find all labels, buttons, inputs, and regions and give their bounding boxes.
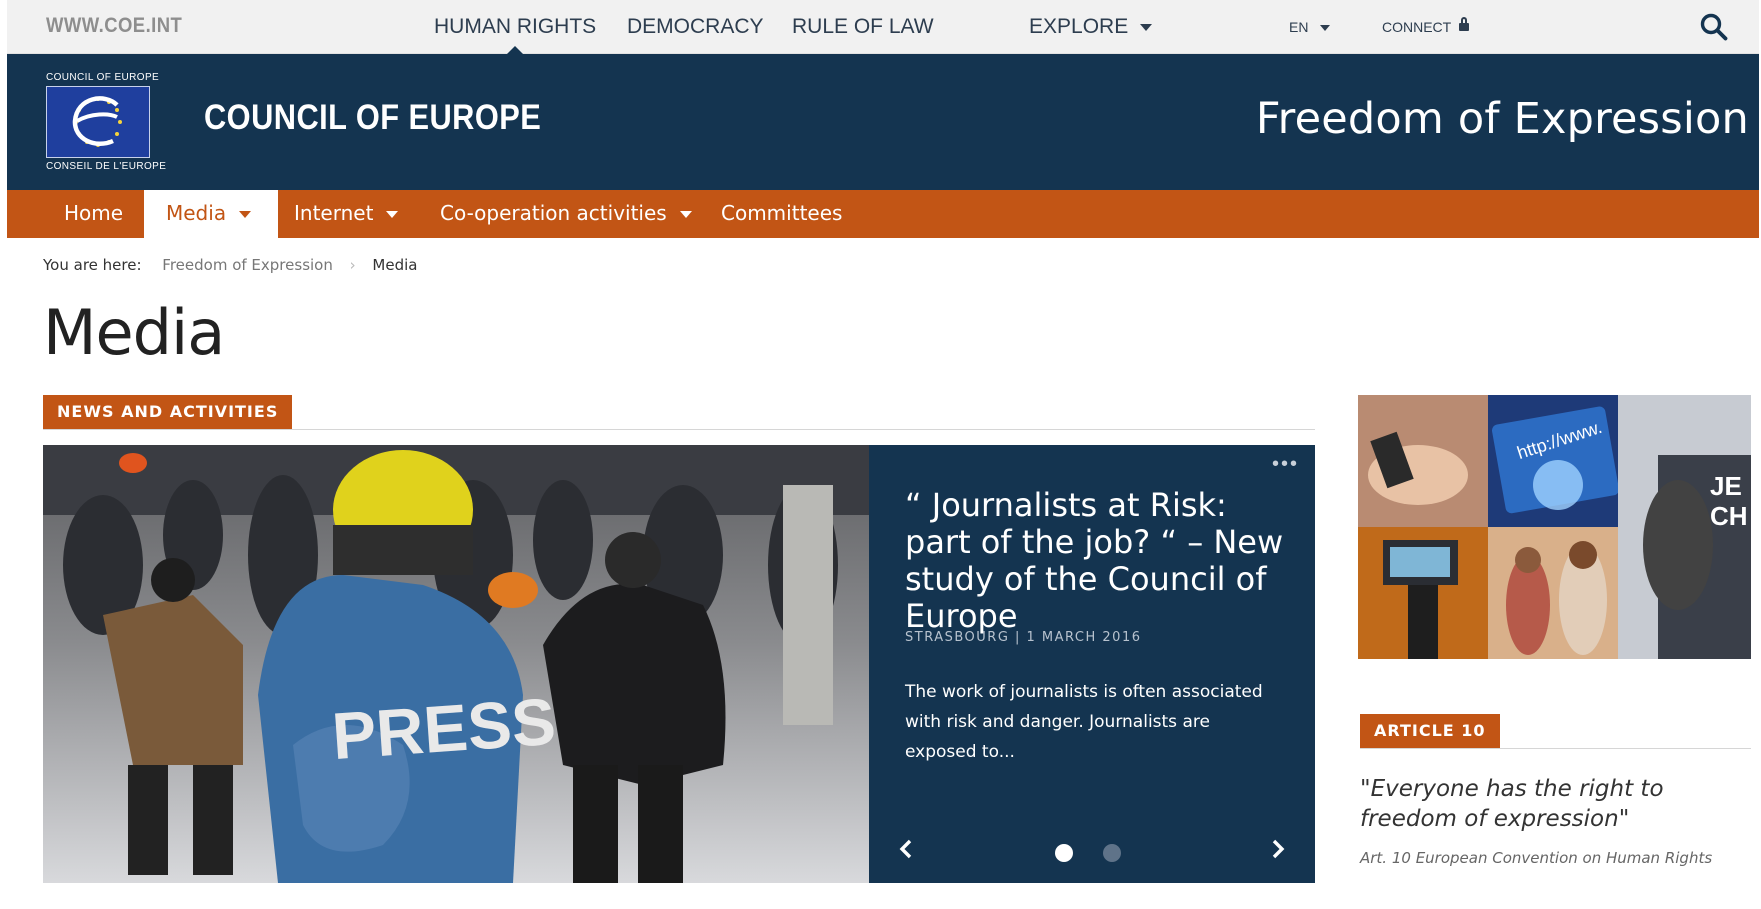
page-title: Media (43, 296, 225, 369)
news-headline[interactable]: “ Journalists at Risk: part of the job? … (905, 487, 1285, 635)
news-hero-panel: ••• “ Journalists at Risk: part of the j… (869, 445, 1315, 883)
nav-committees[interactable]: Committees (721, 190, 842, 238)
chevron-down-icon (239, 211, 252, 218)
press-vest-text: PRESS (330, 684, 558, 773)
article-10-source: Art. 10 European Convention on Human Rig… (1360, 849, 1713, 867)
freedom-of-expression-collage[interactable]: http://www. JE CH (1358, 395, 1751, 659)
breadcrumb-prefix: You are here: (43, 256, 142, 274)
nav-label: Home (64, 201, 124, 225)
brand-name[interactable]: COUNCIL OF EUROPE (204, 98, 541, 138)
news-meta: STRASBOURG | 1 MARCH 2016 (905, 630, 1142, 645)
connect-link[interactable]: CONNECT (1382, 0, 1470, 54)
nav-label: Co-operation activities (440, 201, 667, 225)
breadcrumb-link-parent[interactable]: Freedom of Expression (162, 256, 333, 274)
page: WWW.COE.INT HUMAN RIGHTS DEMOCRACY RULE … (7, 0, 1759, 909)
topnav-label: DEMOCRACY (627, 15, 764, 38)
eu-flag-emblem (46, 86, 150, 158)
section-divider (1360, 748, 1751, 749)
search-icon[interactable] (1700, 13, 1728, 41)
nav-home[interactable]: Home (44, 190, 143, 238)
logo-text-en: COUNCIL OF EUROPE (46, 72, 160, 83)
article-10-quote: "Everyone has the right to freedom of ex… (1360, 776, 1664, 832)
svg-text:JE: JE (1710, 471, 1742, 501)
carousel-dot-1[interactable] (1055, 844, 1073, 862)
section-label-article-10: ARTICLE 10 (1360, 714, 1500, 748)
chevron-down-icon (679, 211, 692, 218)
site-title[interactable]: Freedom of Expression (1256, 94, 1749, 144)
carousel-prev-icon[interactable] (895, 838, 917, 860)
carousel-next-icon[interactable] (1267, 838, 1289, 860)
topnav-label: HUMAN RIGHTS (434, 15, 597, 38)
topnav-human-rights[interactable]: HUMAN RIGHTS (434, 0, 597, 55)
breadcrumb-current: Media (372, 256, 418, 274)
language-selector[interactable]: EN (1289, 0, 1331, 54)
breadcrumb-separator-icon: › (349, 256, 356, 274)
lock-icon (1459, 17, 1470, 32)
nav-label: Committees (721, 201, 843, 225)
coe-logo[interactable]: COUNCIL OF EUROPE CONSEIL DE L'EUROPE (46, 72, 166, 172)
coe-site-link[interactable]: WWW.COE.INT (46, 14, 182, 38)
topnav-label: EXPLORE (1029, 15, 1129, 38)
main-navigation: Home Media Internet Co-operation activit… (7, 190, 1759, 238)
nav-label: Internet (294, 201, 374, 225)
chevron-down-icon (1320, 25, 1331, 32)
nav-label: Media (166, 201, 227, 225)
nav-media[interactable]: Media (144, 190, 278, 238)
topnav-explore[interactable]: EXPLORE (1029, 0, 1153, 54)
connect-label: CONNECT (1382, 19, 1452, 35)
section-label-news: NEWS AND ACTIVITIES (43, 395, 293, 429)
breadcrumb: You are here: Freedom of Expression › Me… (43, 256, 417, 274)
nav-cooperation-activities[interactable]: Co-operation activities (440, 190, 692, 238)
news-hero-image[interactable]: PRESS (43, 445, 869, 883)
chevron-down-icon (1140, 23, 1153, 31)
utility-bar: WWW.COE.INT HUMAN RIGHTS DEMOCRACY RULE … (7, 0, 1759, 55)
carousel-dot-2[interactable] (1103, 844, 1121, 862)
topnav-democracy[interactable]: DEMOCRACY (627, 0, 764, 54)
news-summary: The work of journalists is often associa… (905, 682, 1263, 762)
section-divider (43, 429, 1315, 430)
more-options-icon[interactable]: ••• (1272, 454, 1299, 474)
svg-text:CH: CH (1710, 501, 1748, 531)
site-header: COUNCIL OF EUROPE CONSEIL DE L'EUROPE CO… (7, 54, 1759, 190)
topnav-rule-of-law[interactable]: RULE OF LAW (792, 0, 934, 54)
nav-internet[interactable]: Internet (294, 190, 399, 238)
topnav-label: RULE OF LAW (792, 15, 934, 38)
logo-text-fr: CONSEIL DE L'EUROPE (46, 161, 167, 172)
language-label: EN (1289, 19, 1309, 35)
chevron-down-icon (386, 211, 399, 218)
